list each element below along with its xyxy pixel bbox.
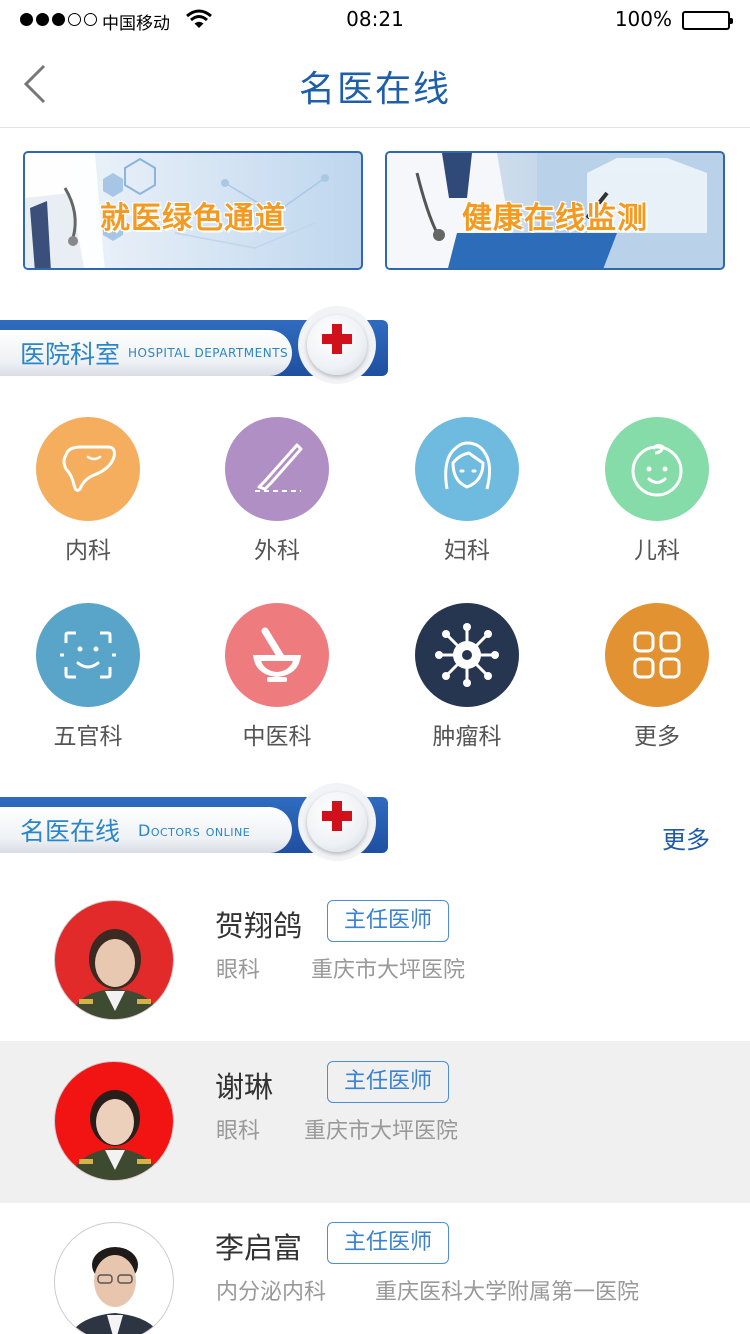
- dept-label: 外科: [254, 538, 300, 564]
- dept-label: 五官科: [53, 724, 123, 750]
- dept-label: 更多: [634, 724, 680, 750]
- dept-label: 肿瘤科: [432, 724, 502, 750]
- navigation-bar: 名医在线: [0, 40, 750, 128]
- section-subtitle: Doctors online: [138, 820, 251, 840]
- doctor-name: 贺翔鸽: [215, 909, 303, 943]
- doctor-hospital: 重庆医科大学附属第一医院: [375, 1280, 640, 1305]
- green-channel-label: 就医绿色通道: [100, 201, 286, 236]
- departments-section-header: 医院科室 HOSPITAL DEPARTMENTS: [0, 306, 390, 384]
- mortar-pestle-icon: [225, 603, 329, 707]
- more-doctors-link[interactable]: 更多: [662, 820, 710, 855]
- doctor-title-badge: 主任医师: [327, 1222, 449, 1264]
- doctor-list-item[interactable]: 贺翔鸽 主任医师 眼科 重庆市大坪医院: [0, 880, 750, 1042]
- doctor-avatar: [54, 1222, 174, 1334]
- section-subtitle: HOSPITAL DEPARTMENTS: [128, 346, 289, 360]
- red-cross-icon: [298, 783, 376, 861]
- doctor-department: 内分泌内科: [216, 1280, 327, 1305]
- dept-more[interactable]: 更多: [597, 603, 717, 751]
- doctor-name: 谢琳: [215, 1070, 274, 1104]
- doctor-avatar: [54, 1061, 174, 1181]
- dept-label: 内科: [65, 538, 111, 564]
- grid-icon: [605, 603, 709, 707]
- baby-face-icon: [605, 417, 709, 521]
- page-title: 名医在线: [298, 69, 451, 110]
- virus-icon: [415, 603, 519, 707]
- face-scan-icon: [36, 603, 140, 707]
- red-cross-icon: [298, 306, 376, 384]
- doctor-list-item[interactable]: 李启富 主任医师 内分泌内科 重庆医科大学附属第一医院: [0, 1202, 750, 1334]
- battery-icon: [682, 11, 733, 30]
- health-monitoring-banner[interactable]: 健康在线监测: [385, 151, 725, 270]
- dept-ent[interactable]: 五官科: [28, 603, 148, 751]
- doctor-name: 李启富: [215, 1231, 303, 1265]
- dept-oncology[interactable]: 肿瘤科: [407, 603, 527, 751]
- scalpel-icon: [225, 417, 329, 521]
- liver-icon: [36, 417, 140, 521]
- dept-label: 中医科: [242, 724, 312, 750]
- doctor-avatar: [54, 900, 174, 1020]
- health-monitoring-label: 健康在线监测: [462, 201, 648, 236]
- doctors-section-header: 名医在线 Doctors online: [0, 783, 390, 861]
- doctor-department: 眼科: [216, 1119, 261, 1144]
- doctor-title-badge: 主任医师: [327, 900, 449, 942]
- doctor-hospital: 重庆市大坪医院: [311, 958, 466, 983]
- dept-gynecology[interactable]: 妇科: [407, 417, 527, 565]
- doctor-title-badge: 主任医师: [327, 1061, 449, 1103]
- woman-face-icon: [415, 417, 519, 521]
- green-channel-banner[interactable]: 就医绿色通道: [23, 151, 363, 270]
- doctor-hospital: 重庆市大坪医院: [304, 1119, 459, 1144]
- dept-chinese-medicine[interactable]: 中医科: [217, 603, 337, 751]
- doctor-list-item[interactable]: 谢琳 主任医师 眼科 重庆市大坪医院: [0, 1041, 750, 1203]
- status-bar: 中国移动 08:21 100%: [0, 0, 750, 40]
- doctor-department: 眼科: [216, 958, 261, 983]
- battery-percentage: 100%: [614, 7, 672, 31]
- dept-label: 儿科: [634, 538, 680, 564]
- section-title: 医院科室: [20, 340, 121, 369]
- dept-pediatrics[interactable]: 儿科: [597, 417, 717, 565]
- dept-label: 妇科: [444, 538, 490, 564]
- dept-surgery[interactable]: 外科: [217, 417, 337, 565]
- dept-internal-medicine[interactable]: 内科: [28, 417, 148, 565]
- section-title: 名医在线: [20, 817, 121, 846]
